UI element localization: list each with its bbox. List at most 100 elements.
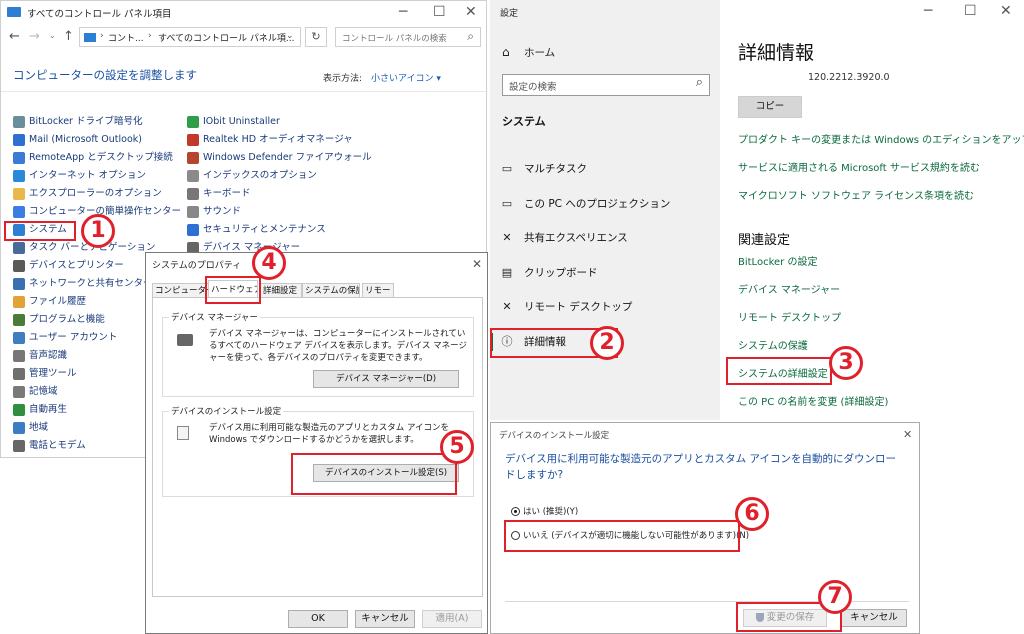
control-panel-item-label: サウンド [203,206,242,217]
control-panel-item[interactable]: BitLocker ドライブ暗号化 [13,114,142,130]
chevron-down-icon[interactable]: ⌄ [286,31,294,41]
tab-1[interactable]: コンピューター名 [152,283,210,297]
forward-arrow-icon[interactable]: → [29,29,40,44]
title-bar: すべてのコントロール パネル項目 ─ ☐ ✕ [1,1,488,23]
copy-button[interactable]: コピー [738,96,802,118]
control-panel-item[interactable]: IObit Uninstaller [187,114,280,130]
control-panel-item[interactable]: Realtek HD オーディオマネージャ [187,132,353,148]
maximize-button[interactable]: ☐ [964,4,977,18]
control-panel-item[interactable]: インターネット オプション [13,168,146,184]
info-link[interactable]: サービスに適用される Microsoft サービス規約を読む [738,159,980,174]
control-panel-item[interactable]: ネットワークと共有センター [13,276,153,292]
control-panel-item[interactable]: 自動再生 [13,402,67,418]
minimize-button[interactable]: ─ [924,4,932,18]
control-panel-item[interactable]: RemoteApp とデスクトップ接続 [13,150,173,166]
control-panel-item[interactable]: タスク バーとナビゲーション [13,240,155,256]
sidebar-item-home[interactable]: ⌂ ホーム [502,42,555,62]
control-panel-item-icon [187,169,199,182]
sidebar-item[interactable]: ▤ クリップボード [500,263,598,283]
up-arrow-icon[interactable]: ↑ [63,29,74,44]
control-panel-item-icon [13,151,25,164]
breadcrumb-prefix[interactable]: コント... [108,31,144,44]
search-icon[interactable]: ⌕ [696,75,703,90]
back-arrow-icon[interactable]: ← [9,29,20,44]
control-panel-item[interactable]: 地域 [13,420,48,436]
control-panel-item-icon [13,259,25,272]
control-panel-item-label: 地域 [29,422,49,433]
search-input[interactable]: 設定の検索 [509,79,557,93]
control-panel-item[interactable]: サウンド [187,204,241,220]
control-panel-item-label: Windows Defender ファイアウォール [203,152,372,163]
refresh-button[interactable]: ↻ [305,27,327,47]
radio-yes-circle[interactable] [511,507,520,516]
close-button[interactable]: ✕ [465,5,477,19]
device-manager-button[interactable]: デバイス マネージャー(D) [313,370,459,388]
control-panel-item[interactable]: 記憶域 [13,384,58,400]
control-panel-item[interactable]: エクスプローラーのオプション [13,186,162,202]
control-panel-item[interactable]: ユーザー アカウント [13,330,117,346]
control-panel-item-label: Realtek HD オーディオマネージャ [203,134,353,145]
sidebar-item[interactable]: ✕ リモート デスクトップ [500,297,632,317]
control-panel-item[interactable]: 電話とモデム [13,438,86,454]
close-button[interactable]: ✕ [903,428,912,442]
control-panel-item[interactable]: プログラムと機能 [13,312,105,328]
maximize-button[interactable]: ☐ [433,5,446,19]
control-panel-item-icon [13,169,25,182]
control-panel-item-icon [13,205,25,218]
folder-icon [84,33,96,42]
device-manager-icon [177,334,193,346]
search-box[interactable]: コントロール パネルの検索 ⌕ [335,27,481,47]
tab-3[interactable]: 詳細設定 [260,283,302,297]
settings-search[interactable]: 設定の検索 ⌕ [502,74,710,96]
window-title: すべてのコントロール パネル項目 [27,9,172,20]
control-panel-item-label: インターネット オプション [29,170,147,181]
control-panel-item[interactable]: 管理ツール [13,366,77,382]
control-panel-item-label: セキュリティとメンテナンス [203,224,326,235]
ok-button[interactable]: OK [288,610,348,628]
control-panel-item-icon [13,313,25,326]
step-badge-2: 2 [590,326,624,360]
related-link[interactable]: BitLocker の設定 [738,253,817,268]
control-panel-item-label: ユーザー アカウント [29,332,118,343]
control-panel-item[interactable]: Windows Defender ファイアウォール [187,150,372,166]
control-panel-item[interactable]: セキュリティとメンテナンス [187,222,326,238]
apply-button[interactable]: 適用(A) [422,610,482,628]
address-field[interactable]: › コント... › すべてのコントロール パネル項... ⌄ [79,27,301,47]
tab-4[interactable]: システムの保護 [302,283,360,297]
page-title: コンピューターの設定を調整します [13,68,197,82]
search-input[interactable]: コントロール パネルの検索 [342,32,447,44]
cancel-button[interactable]: キャンセル [355,610,415,628]
control-panel-item[interactable]: インデックスのオプション [187,168,317,184]
home-icon: ⌂ [502,45,510,59]
chevron-down-icon[interactable]: ⌄ [49,31,56,40]
view-by-select[interactable]: 小さいアイコン ▾ [371,71,441,84]
control-panel-item[interactable]: キーボード [187,186,251,202]
minimize-button[interactable]: ─ [399,5,407,19]
search-icon[interactable]: ⌕ [467,29,474,44]
sidebar-item[interactable]: ▭ この PC へのプロジェクション [500,194,671,214]
related-link[interactable]: この PC の名前を変更 (詳細設定) [738,393,888,408]
sidebar-item[interactable]: ✕ 共有エクスペリエンス [500,228,627,248]
related-link[interactable]: リモート デスクトップ [738,309,841,324]
sidebar-item[interactable]: ▭ マルチタスク [500,159,587,179]
control-panel-item-label: RemoteApp とデスクトップ接続 [29,152,173,163]
tab-5[interactable]: リモート [362,283,394,297]
radio-yes[interactable]: はい (推奨)(Y) [511,505,578,517]
cancel-button[interactable]: キャンセル [841,609,907,627]
info-link[interactable]: プロダクト キーの変更または Windows のエディションをアップグレード [738,131,1024,146]
related-link[interactable]: デバイス マネージャー [738,281,840,296]
control-panel-item[interactable]: 音声認識 [13,348,67,364]
dialog-question: デバイス用に利用可能な製造元のアプリとカスタム アイコンを自動的にダウンロードし… [505,453,896,481]
related-link[interactable]: システムの保護 [738,337,808,352]
control-panel-item[interactable]: ファイル履歴 [13,294,86,310]
sidebar-item-label: クリップボード [524,266,598,279]
control-panel-item-icon [187,205,199,218]
close-button[interactable]: ✕ [1000,4,1012,18]
control-panel-item-icon [13,385,25,398]
close-button[interactable]: ✕ [472,257,482,271]
info-link[interactable]: マイクロソフト ソフトウェア ライセンス条項を読む [738,187,974,202]
breadcrumb-current[interactable]: すべてのコントロール パネル項... [158,31,294,44]
control-panel-item[interactable]: Mail (Microsoft Outlook) [13,132,142,148]
control-panel-item[interactable]: デバイスとプリンター [13,258,124,274]
group-text: デバイス マネージャーは、コンピューターにインストールされているすべてのハードウ… [209,329,467,363]
